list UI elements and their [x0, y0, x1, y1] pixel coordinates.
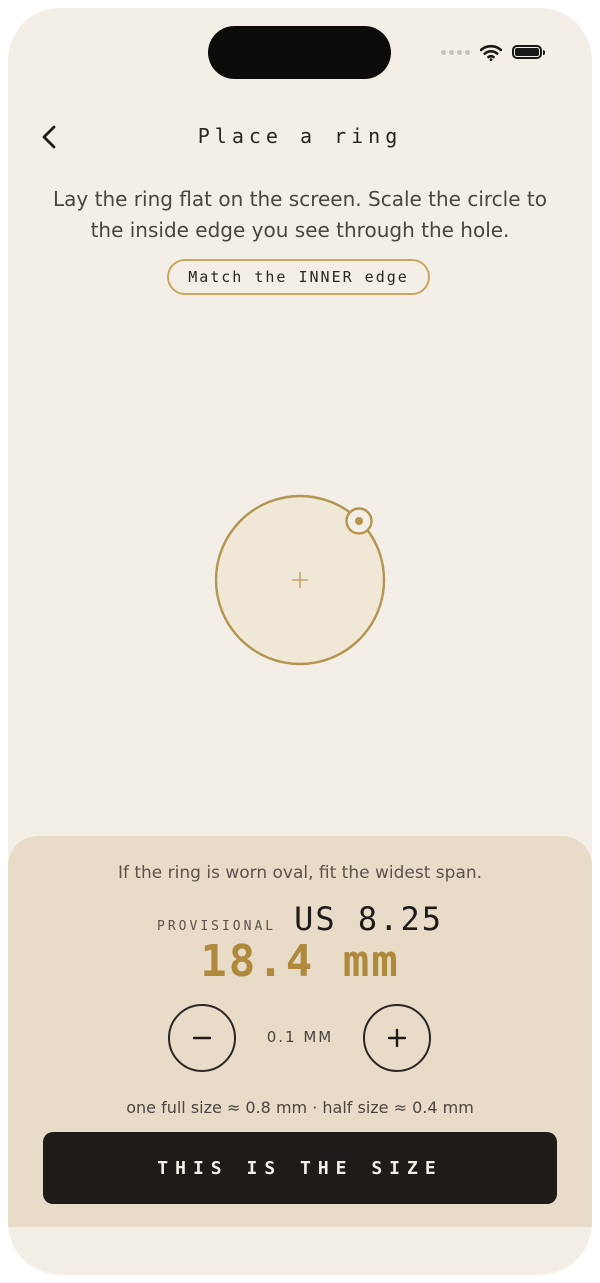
diameter-mm-value: 18.4 mm [200, 936, 400, 987]
battery-icon [512, 45, 545, 59]
cellular-signal-icon [441, 49, 470, 55]
size-readout: PROVISIONAL US 8.25 [8, 900, 592, 938]
plus-icon [387, 1028, 407, 1048]
ring-sizer[interactable] [204, 478, 404, 678]
page-title: Place a ring [197, 124, 403, 148]
inner-edge-badge: Match the INNER edge [167, 259, 430, 295]
oval-hint: If the ring is worn oval, fit the widest… [117, 863, 483, 883]
wifi-icon [480, 44, 502, 61]
step-increment-label: 0.1 MM [266, 1028, 334, 1046]
size-panel: If the ring is worn oval, fit the widest… [8, 836, 592, 1227]
minus-icon [192, 1036, 212, 1040]
increase-button[interactable] [363, 1004, 431, 1072]
decrease-button[interactable] [168, 1004, 236, 1072]
phone-screen: Place a ring Lay the ring flat on the sc… [8, 8, 592, 1275]
confirm-size-button[interactable]: THIS IS THE SIZE [43, 1132, 557, 1204]
us-size-value: US 8.25 [294, 900, 443, 938]
size-conversion-note: one full size ≈ 0.8 mm · half size ≈ 0.4… [126, 1098, 474, 1117]
size-stepper: 0.1 MM [8, 1004, 592, 1074]
resize-handle-icon[interactable] [345, 507, 373, 535]
status-bar [441, 42, 545, 62]
provisional-label: PROVISIONAL [157, 919, 277, 934]
instructions-text: Lay the ring flat on the screen. Scale t… [53, 187, 547, 242]
dynamic-island [208, 26, 391, 79]
